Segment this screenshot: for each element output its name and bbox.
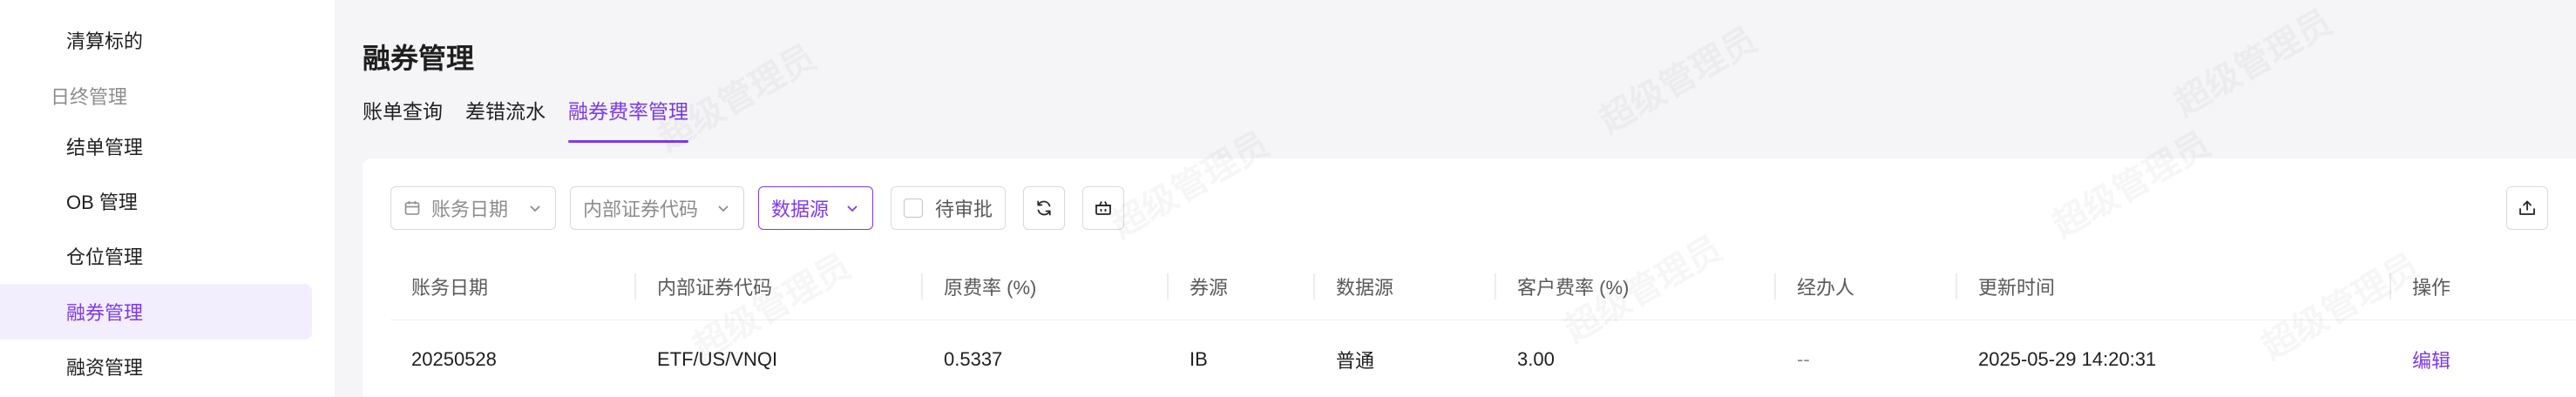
header-label: 客户费率 (%) (1517, 277, 1630, 299)
cell-original-rate: 0.5337 (944, 348, 1003, 370)
cell-source: IB (1190, 348, 1208, 370)
table-header: 账务日期 内部证券代码 原费率 (%) 券源 数据源 客户费率 (%) 经办人 … (390, 252, 2576, 320)
cell-data-source: 普通 (1336, 350, 1375, 372)
sidebar-item-label: 融资管理 (66, 357, 144, 379)
date-filter-placeholder: 账务日期 (431, 198, 509, 220)
table-row: 20250528 ETF/US/VNQI 0.5337 IB 普通 3.00 -… (390, 322, 2576, 397)
sidebar-item-label: 仓位管理 (66, 246, 144, 268)
column-header: 内部证券代码 (634, 252, 898, 320)
column-header: 原费率 (%) (921, 252, 1167, 320)
cell-security-code: ETF/US/VNQI (657, 348, 778, 370)
checkbox[interactable] (904, 198, 923, 218)
cell-updated-time: 2025-05-29 14:20:31 (1978, 348, 2157, 370)
sidebar-item-margin-financing[interactable]: 融资管理 (0, 339, 312, 394)
header-label: 券源 (1190, 277, 1229, 299)
tab-bill-query[interactable]: 账单查询 (363, 94, 443, 143)
sidebar-item-ob[interactable]: OB 管理 (0, 173, 312, 229)
watermark: 超级管理员 (2164, 0, 2340, 125)
header-label: 数据源 (1336, 277, 1394, 299)
pending-approval-checkbox[interactable]: 待审批 (891, 186, 1006, 230)
security-code-placeholder: 内部证券代码 (583, 198, 699, 220)
refresh-icon (1034, 198, 1054, 218)
chevron-down-icon (844, 200, 860, 216)
watermark: 超级管理员 (1589, 12, 1765, 143)
column-header: 更新时间 (1956, 252, 2389, 320)
sidebar-item-securities-lending[interactable]: 融券管理 (0, 284, 312, 340)
header-label: 账务日期 (411, 277, 489, 299)
column-divider (1956, 273, 1957, 299)
column-divider (1313, 273, 1315, 299)
date-filter[interactable]: 账务日期 (390, 186, 556, 230)
column-divider (2390, 273, 2391, 299)
sidebar-item-statements[interactable]: 结单管理 (0, 118, 312, 174)
data-source-placeholder: 数据源 (771, 198, 830, 220)
column-divider (921, 273, 923, 299)
column-header: 券源 (1167, 252, 1312, 320)
header-label: 操作 (2412, 277, 2451, 299)
content-panel: 账务日期 内部证券代码 数据源 待审批 账务日期 内部证券代码 原费率 (%) … (363, 158, 2576, 397)
data-source-filter[interactable]: 数据源 (758, 186, 873, 230)
calendar-icon (403, 199, 421, 217)
header-label: 内部证券代码 (657, 277, 773, 299)
sidebar-item-positions[interactable]: 仓位管理 (0, 228, 312, 284)
cell-client-rate: 3.00 (1517, 348, 1555, 370)
page-title: 融券管理 (363, 43, 475, 74)
column-header: 经办人 (1774, 252, 1956, 320)
sidebar-item-label: 清算标的 (66, 30, 144, 52)
tab-error-flow[interactable]: 差错流水 (465, 94, 546, 143)
main-content: 融券管理 账单查询 差错流水 融券费率管理 账务日期 内部证券代码 数据源 待审… (335, 0, 2576, 397)
header-label: 原费率 (%) (944, 277, 1037, 299)
header-label: 经办人 (1797, 277, 1855, 299)
column-header: 操作 (2390, 252, 2566, 320)
column-divider (634, 273, 636, 299)
column-header: 数据源 (1313, 252, 1495, 320)
sidebar: 清算标的 日终管理 结单管理 OB 管理 仓位管理 融券管理 融资管理 (0, 0, 335, 397)
tab-bar: 账单查询 差错流水 融券费率管理 (363, 94, 688, 143)
chevron-down-icon (527, 200, 543, 216)
column-divider (1167, 273, 1169, 299)
sidebar-item-label: 结单管理 (66, 137, 144, 158)
basket-icon (1094, 198, 1113, 218)
column-divider (1774, 273, 1776, 299)
edit-link[interactable]: 编辑 (2391, 322, 2451, 397)
cell-operator: -- (1797, 348, 1810, 370)
column-header: 账务日期 (390, 252, 634, 320)
column-header: 客户费率 (%) (1495, 252, 1775, 320)
cell-date: 20250528 (411, 348, 497, 370)
column-divider (1495, 273, 1496, 299)
chevron-down-icon (715, 200, 731, 216)
sidebar-group-eod: 日终管理 (51, 86, 128, 108)
tab-fee-rate[interactable]: 融券费率管理 (568, 94, 688, 143)
security-code-filter[interactable]: 内部证券代码 (570, 186, 744, 230)
sidebar-item-clearing-targets[interactable]: 清算标的 (0, 12, 312, 68)
sidebar-item-label: 融券管理 (66, 302, 144, 324)
refresh-button[interactable] (1023, 186, 1065, 230)
sidebar-item-label: OB 管理 (66, 192, 138, 213)
pending-approval-label: 待审批 (935, 198, 993, 220)
header-label: 更新时间 (1978, 277, 2056, 299)
basket-button[interactable] (1082, 186, 1124, 230)
export-button[interactable] (2506, 186, 2548, 230)
export-icon (2518, 198, 2537, 218)
